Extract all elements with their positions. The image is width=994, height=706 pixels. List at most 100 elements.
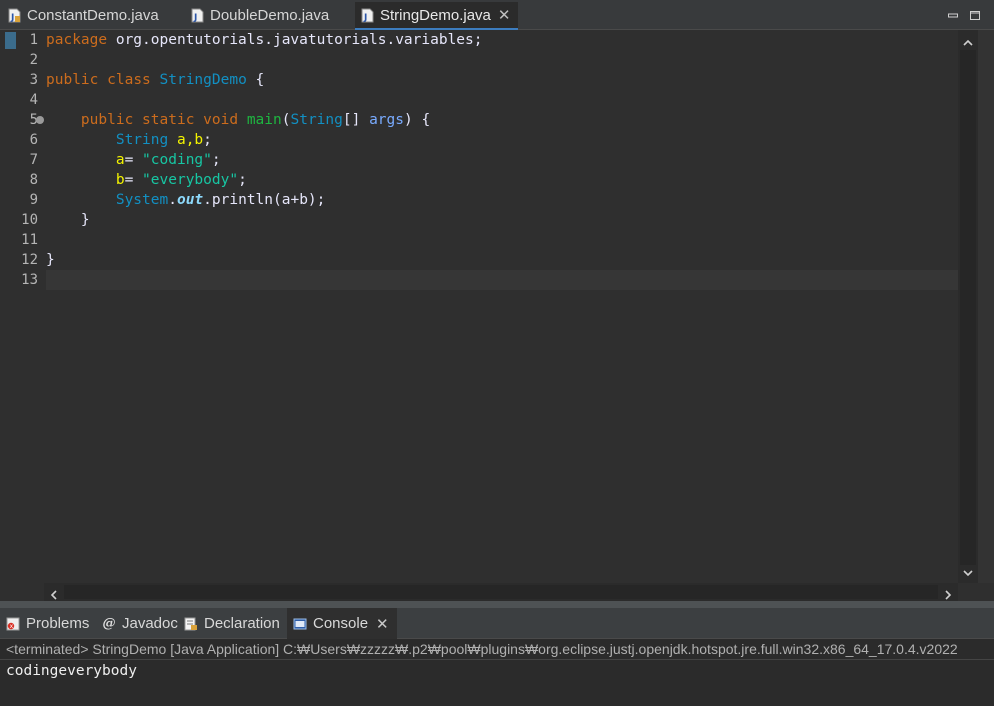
fold-collapse-icon[interactable] [36, 116, 44, 124]
static-field: out [176, 192, 204, 208]
declaration-icon [184, 617, 198, 631]
tab-label: Javadoc [122, 615, 178, 632]
tab-problems[interactable]: x Problems [6, 608, 89, 639]
vertical-scrollbar[interactable] [958, 30, 978, 583]
line-number: 2 [29, 52, 38, 68]
tab-javadoc[interactable]: @ Javadoc [102, 608, 178, 639]
code-line: String a,b; [46, 130, 212, 150]
code-line: } [46, 210, 90, 230]
line-number: 8 [29, 172, 38, 188]
string-literal: "everybody" [142, 172, 239, 188]
close-icon[interactable]: ✕ [376, 615, 389, 633]
keyword: class [107, 72, 151, 88]
parameter-name: args [369, 112, 404, 128]
scrollbar-track[interactable] [960, 50, 976, 565]
close-icon[interactable]: ✕ [498, 8, 511, 23]
punctuation: ; [203, 132, 212, 148]
svg-text:J: J [193, 13, 197, 23]
code-line: public static void main(String[] args) { [46, 110, 430, 130]
punctuation: . [168, 192, 177, 208]
tab-label: Problems [26, 615, 90, 632]
tab-doubledemo[interactable]: J DoubleDemo.java [191, 2, 329, 29]
local-variable: a [115, 152, 125, 168]
console-status-header: <terminated> StringDemo [Java Applicatio… [6, 641, 958, 657]
problems-icon: x [6, 617, 20, 631]
class-name: System [115, 192, 169, 208]
bottom-panel-tabs: x Problems @ Javadoc Declaration Console… [0, 608, 994, 639]
line-number: 11 [21, 232, 38, 248]
operator: = [124, 172, 143, 188]
line-number: 7 [29, 152, 38, 168]
code-line: System.out.println(a+b); [46, 190, 326, 210]
punctuation: [] [342, 112, 370, 128]
code-line: public class StringDemo { [46, 70, 264, 90]
divider [0, 659, 994, 660]
punctuation: ; [238, 172, 247, 188]
closing-brace: } [46, 252, 55, 268]
horizontal-scrollbar[interactable] [44, 583, 958, 601]
tab-label: StringDemo.java [380, 7, 491, 24]
console-output[interactable]: codingeverybody [6, 660, 137, 682]
svg-text:J: J [363, 13, 367, 23]
method-call: .println(a+b); [203, 192, 326, 208]
code-line: package org.opentutorials.javatutorials.… [46, 30, 483, 50]
tab-label: Declaration [204, 615, 280, 632]
code-line: b= "everybody"; [46, 170, 247, 190]
overview-ruler [978, 30, 994, 583]
line-number-gutter: 1 2 3 4 5 6 7 8 9 10 11 12 13 [4, 30, 44, 583]
tab-label: ConstantDemo.java [27, 7, 159, 24]
tab-stringdemo[interactable]: J StringDemo.java ✕ [355, 2, 519, 31]
tab-console[interactable]: Console ✕ [287, 608, 397, 639]
minimize-icon[interactable] [948, 5, 958, 18]
keyword: static [142, 112, 195, 128]
method-name: main [246, 112, 282, 128]
keyword: void [203, 112, 239, 128]
panel-divider[interactable] [0, 601, 994, 608]
scroll-down-icon[interactable] [962, 564, 974, 577]
svg-text:x: x [10, 623, 14, 630]
line-number: 6 [29, 132, 38, 148]
current-line-highlight [46, 270, 958, 290]
keyword: public [80, 112, 134, 128]
line-number: 12 [21, 252, 38, 268]
maximize-icon[interactable] [970, 5, 980, 20]
scroll-up-icon[interactable] [962, 34, 974, 46]
scrollbar-track[interactable] [64, 585, 938, 599]
package-name: org.opentutorials.javatutorials.variable… [107, 32, 483, 48]
console-view[interactable]: <terminated> StringDemo [Java Applicatio… [0, 639, 994, 706]
java-file-icon: J [361, 8, 374, 23]
java-file-icon: J [8, 8, 21, 23]
punctuation: ; [211, 152, 221, 168]
java-file-icon: J [191, 8, 204, 23]
line-number: 3 [29, 72, 38, 88]
tab-declaration[interactable]: Declaration [184, 608, 280, 639]
editor-tab-bar: J ConstantDemo.java J DoubleDemo.java J … [0, 0, 994, 31]
line-number: 10 [21, 212, 38, 228]
keyword: package [46, 32, 108, 48]
line-number: 13 [21, 272, 38, 288]
code-line: } [46, 250, 55, 270]
code-editor[interactable]: 1 2 3 4 5 6 7 8 9 10 11 12 13 package or… [4, 30, 958, 583]
keyword: public [46, 72, 99, 88]
local-variables: a,b [176, 132, 204, 148]
string-literal: "coding" [142, 152, 212, 168]
tab-constantdemo[interactable]: J ConstantDemo.java [8, 2, 159, 29]
punctuation: { [246, 72, 265, 88]
line-number: 9 [29, 192, 38, 208]
local-variable: b [115, 172, 125, 188]
type-name: String [115, 132, 169, 148]
scroll-left-icon[interactable] [48, 586, 60, 600]
console-icon [293, 617, 307, 631]
closing-brace: } [80, 212, 90, 228]
line-number: 4 [29, 92, 38, 108]
tab-label: DoubleDemo.java [210, 7, 330, 24]
punctuation: ) { [404, 112, 431, 128]
class-name: StringDemo [159, 72, 247, 88]
window-controls [948, 5, 980, 20]
line-number: 1 [29, 32, 38, 48]
code-line: a= "coding"; [46, 150, 221, 170]
operator: = [124, 152, 143, 168]
scroll-right-icon[interactable] [942, 586, 954, 600]
tab-label: Console [313, 615, 369, 632]
svg-text:J: J [10, 13, 14, 23]
